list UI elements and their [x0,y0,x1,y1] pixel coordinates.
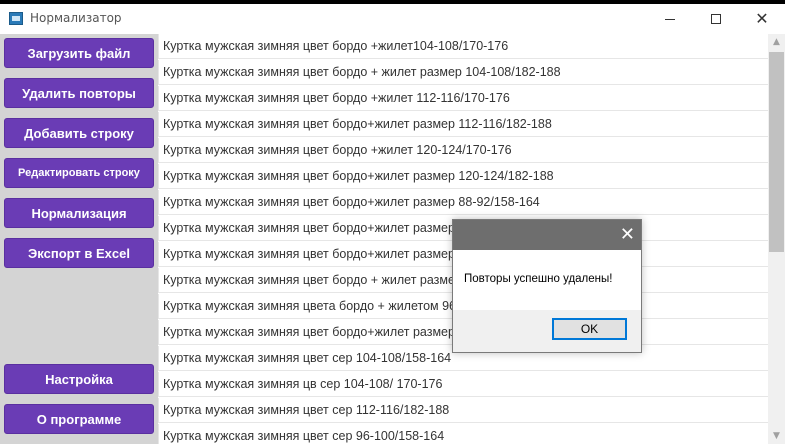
close-button[interactable]: ✕ [739,4,785,34]
app-window-icon [9,12,23,25]
minimize-button[interactable] [647,4,693,34]
list-item[interactable]: Куртка мужская зимняя цвет сер 112-116/1… [158,398,768,423]
close-icon[interactable]: ✕ [620,224,635,246]
minimize-icon [665,18,675,20]
ok-button[interactable]: OK [552,318,627,340]
scroll-up-arrow-icon[interactable]: ▲ [768,34,785,50]
settings-button[interactable]: Настройка [4,364,154,394]
list-item[interactable]: Куртка мужская зимняя цв сер 104-108/ 17… [158,372,768,397]
title-bar: Нормализатор ✕ [0,4,785,34]
list-item[interactable]: Куртка мужская зимняя цвет бордо +жилет … [158,86,768,111]
list-item[interactable]: Куртка мужская зимняя цвет бордо+жилет р… [158,164,768,189]
maximize-button[interactable] [693,4,739,34]
normalize-button[interactable]: Нормализация [4,198,154,228]
list-item[interactable]: Куртка мужская зимняя цвет бордо +жилет … [158,138,768,163]
message-dialog: ✕ Повторы успешно удалены! OK [452,219,642,353]
window-title: Нормализатор [30,11,122,25]
export-excel-button[interactable]: Экспорт в Excel [4,238,154,268]
dialog-title-bar: ✕ [453,220,641,250]
maximize-icon [711,14,721,24]
edit-row-button[interactable]: Редактировать строку [4,158,154,188]
list-item[interactable]: Куртка мужская зимняя цвет бордо +жилет1… [158,34,768,59]
dialog-footer: OK [453,310,641,352]
about-button[interactable]: О программе [4,404,154,434]
add-row-button[interactable]: Добавить строку [4,118,154,148]
list-item[interactable]: Куртка мужская зимняя цвет бордо+жилет р… [158,112,768,137]
scroll-down-arrow-icon[interactable]: ▼ [768,428,785,444]
load-file-button[interactable]: Загрузить файл [4,38,154,68]
close-icon: ✕ [755,9,769,28]
scroll-thumb[interactable] [769,52,784,252]
list-item[interactable]: Куртка мужская зимняя цвет бордо + жилет… [158,60,768,85]
dialog-message: Повторы успешно удалены! [464,273,613,285]
sidebar: Загрузить файл Удалить повторы Добавить … [0,34,158,444]
remove-duplicates-button[interactable]: Удалить повторы [4,78,154,108]
list-item[interactable]: Куртка мужская зимняя цвет бордо+жилет р… [158,190,768,215]
vertical-scrollbar[interactable]: ▲ ▼ [768,34,785,444]
list-item[interactable]: Куртка мужская зимняя цвет сер 96-100/15… [158,424,768,444]
